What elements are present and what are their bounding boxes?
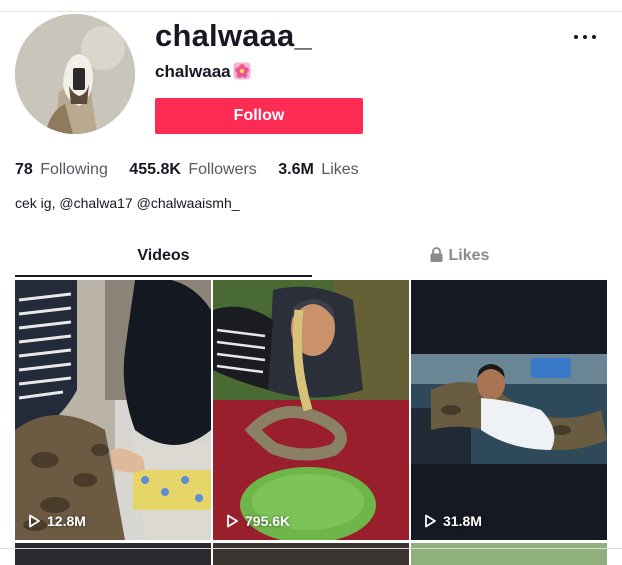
stat-following[interactable]: 78 Following: [15, 161, 108, 179]
username: chalwaaa_: [155, 18, 312, 53]
more-options-button[interactable]: [572, 27, 598, 47]
avatar-image: [15, 14, 135, 134]
stat-followers[interactable]: 455.8K Followers: [129, 161, 257, 179]
follow-button[interactable]: Follow: [155, 98, 363, 134]
video-tile-3[interactable]: 31.8M: [411, 280, 607, 540]
stat-followers-label: Followers: [188, 161, 257, 178]
video-tile-6[interactable]: [411, 543, 607, 565]
stat-following-value: 78: [15, 161, 33, 178]
video-tile-2[interactable]: 795.6K: [213, 280, 409, 540]
play-icon: [227, 514, 238, 528]
stat-likes-value: 3.6M: [278, 161, 314, 178]
video-thumbnail-1: [15, 280, 211, 540]
lock-icon: [430, 247, 443, 262]
video-tile-4[interactable]: [15, 543, 211, 565]
video-views-count-2: 795.6K: [245, 513, 291, 529]
video-views-3: 31.8M: [423, 513, 482, 529]
active-tab-indicator: [15, 275, 312, 277]
stat-following-label: Following: [40, 161, 108, 178]
video-tile-5[interactable]: [213, 543, 409, 565]
bio: cek ig, @chalwa17 @chalwaaismh_: [15, 195, 240, 211]
top-divider: [0, 11, 622, 12]
stat-likes: 3.6M Likes: [278, 161, 358, 179]
nickname: chalwaaa: [155, 62, 251, 82]
tab-likes-label: Likes: [448, 247, 490, 264]
video-thumbnail-3: [411, 280, 607, 540]
nickname-text: chalwaaa: [155, 62, 231, 81]
video-grid: 12.8M 795.6K 31.8M: [15, 280, 607, 565]
profile-stats: 78 Following 455.8K Followers 3.6M Likes: [15, 161, 376, 179]
stat-likes-label: Likes: [321, 161, 359, 178]
tab-videos-label: Videos: [137, 247, 190, 264]
tab-likes[interactable]: Likes: [312, 247, 607, 277]
bottom-divider: [0, 548, 622, 549]
video-views-count-1: 12.8M: [47, 513, 86, 529]
video-thumbnail-2: [213, 280, 409, 540]
tab-videos[interactable]: Videos: [15, 247, 312, 277]
video-views-2: 795.6K: [225, 513, 290, 529]
video-views-1: 12.8M: [27, 513, 86, 529]
play-icon: [425, 514, 436, 528]
video-tile-1[interactable]: 12.8M: [15, 280, 211, 540]
flower-emoji-icon: [233, 62, 251, 80]
play-icon: [29, 514, 40, 528]
avatar[interactable]: [15, 14, 135, 134]
stat-followers-value: 455.8K: [129, 161, 181, 178]
video-views-count-3: 31.8M: [443, 513, 482, 529]
